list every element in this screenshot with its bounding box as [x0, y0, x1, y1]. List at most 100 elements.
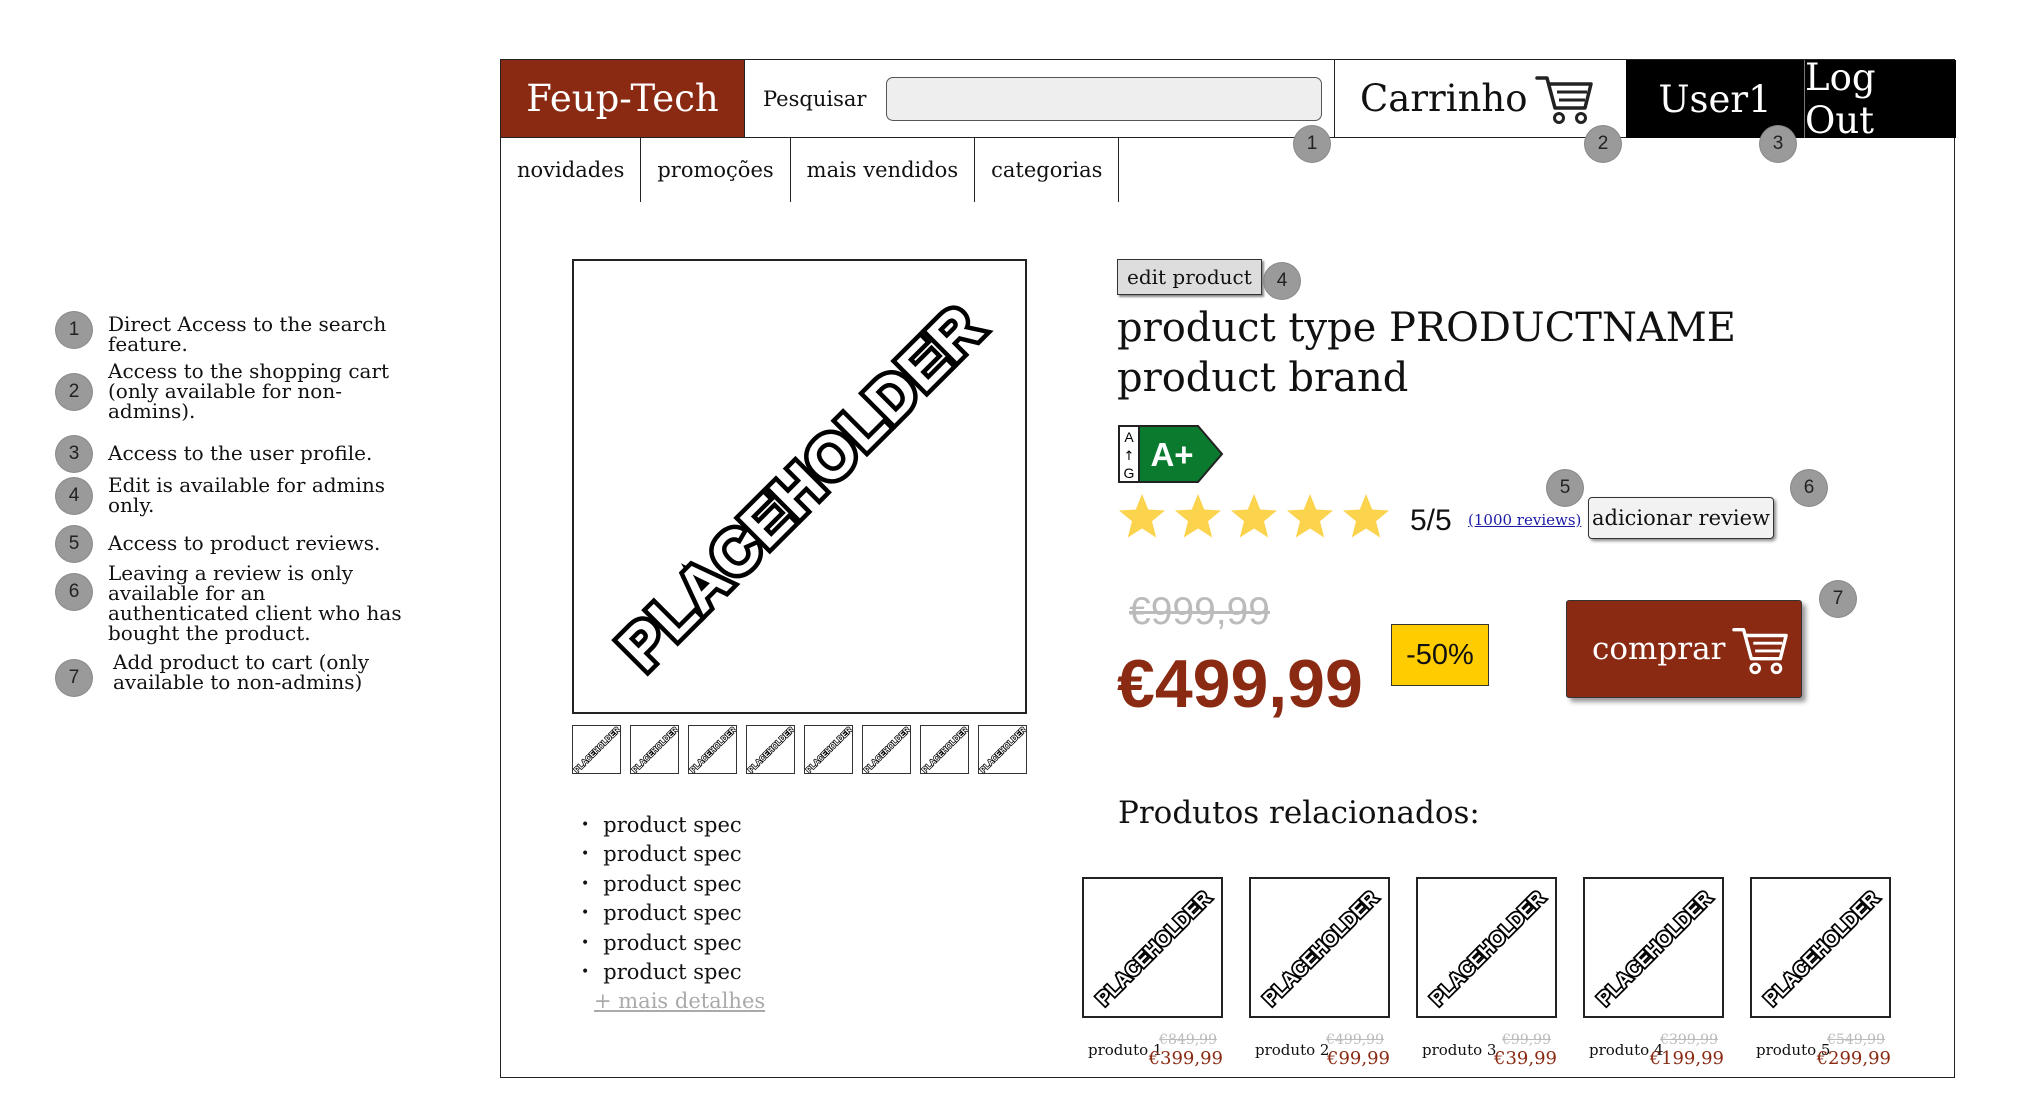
related-product[interactable]: PLACEHOLDER produto 2 €499,99 €99,99	[1249, 877, 1390, 1069]
spec-list: product spec product spec product spec p…	[581, 810, 741, 988]
legend-number: 3	[56, 436, 92, 472]
edit-product-button[interactable]: edit product	[1117, 259, 1262, 295]
legend-text: Access to the user profile.	[108, 441, 373, 465]
buy-button[interactable]: comprar	[1566, 600, 1802, 698]
add-review-button[interactable]: adicionar review	[1588, 497, 1774, 539]
related-product-image[interactable]: PLACEHOLDER	[1750, 877, 1891, 1018]
buy-label: comprar	[1592, 631, 1726, 667]
placeholder-label: PLACEHOLDER	[979, 726, 1027, 774]
legend-number: 7	[56, 660, 92, 696]
legend-number: 6	[56, 574, 92, 610]
energy-class: A+	[1150, 436, 1193, 473]
related-product-old-price: €549,99	[1827, 1032, 1885, 1048]
thumbnail[interactable]: PLACEHOLDER	[630, 725, 679, 774]
product-brand: product brand	[1117, 355, 1409, 401]
thumbnail[interactable]: PLACEHOLDER	[746, 725, 795, 774]
legend-item: 3 Access to the user profile.	[56, 436, 372, 472]
placeholder-label: PLACEHOLDER	[1593, 887, 1717, 1011]
more-details-link[interactable]: + mais detalhes	[594, 989, 765, 1013]
related-product-price: €399,99	[1148, 1048, 1223, 1069]
rating-stars	[1117, 492, 1397, 542]
legend-number: 2	[56, 374, 92, 410]
annotation-badge-1: 1	[1294, 126, 1330, 162]
energy-label: A ↑ G A+	[1118, 425, 1224, 483]
annotation-badge-4: 4	[1264, 263, 1300, 299]
legend-text: Direct Access to the search feature.	[108, 312, 387, 356]
placeholder-label: PLACEHOLDER	[573, 726, 621, 774]
annotation-badge-3: 3	[1760, 126, 1796, 162]
reviews-link[interactable]: (1000 reviews)	[1468, 511, 1581, 529]
related-product[interactable]: PLACEHOLDER produto 3 €99,99 €39,99	[1416, 877, 1557, 1069]
legend-text: Access to the shopping cart (only availa…	[108, 359, 390, 423]
annotation-badge-2: 2	[1585, 126, 1621, 162]
legend-text: Leaving a review is only available for a…	[108, 561, 402, 645]
thumbnail[interactable]: PLACEHOLDER	[572, 725, 621, 774]
category-nav: novidades promoções mais vendidos catego…	[501, 138, 1120, 202]
thumbnail[interactable]: PLACEHOLDER	[978, 725, 1027, 774]
related-product-price: €39,99	[1494, 1048, 1557, 1069]
placeholder-label: PLACEHOLDER	[747, 726, 795, 774]
brand-logo[interactable]: Feup-Tech	[501, 60, 745, 138]
related-product-old-price: €399,99	[1660, 1032, 1718, 1048]
related-product-image[interactable]: PLACEHOLDER	[1416, 877, 1557, 1018]
tab-novidades[interactable]: novidades	[501, 138, 642, 202]
star-icon	[1119, 494, 1165, 538]
search-label: Pesquisar	[763, 86, 867, 111]
related-product[interactable]: PLACEHOLDER produto 4 €399,99 €199,99	[1583, 877, 1724, 1069]
cart-button[interactable]: Carrinho	[1334, 60, 1626, 138]
spec-item: product spec	[581, 958, 741, 988]
product-name: product type PRODUCTNAME	[1117, 305, 1736, 351]
legend-item: 5 Access to product reviews.	[56, 526, 380, 562]
annotation-badge-5: 5	[1547, 470, 1583, 506]
placeholder-label: PLACEHOLDER	[606, 293, 996, 683]
tab-mais-vendidos[interactable]: mais vendidos	[791, 138, 976, 202]
star-icon	[1287, 494, 1333, 538]
related-product-image[interactable]: PLACEHOLDER	[1583, 877, 1724, 1018]
star-icon	[1175, 494, 1221, 538]
legend-item: 1 Direct Access to the search feature.	[56, 312, 386, 354]
energy-scale-bottom: G	[1124, 465, 1135, 481]
related-product-price: €299,99	[1816, 1048, 1891, 1069]
related-title: Produtos relacionados:	[1118, 795, 1480, 831]
thumbnail-strip: PLACEHOLDER PLACEHOLDER PLACEHOLDER PLAC…	[572, 725, 1027, 774]
search-bar: Pesquisar	[745, 60, 1334, 138]
legend-item: 2 Access to the shopping cart (only avai…	[56, 361, 389, 421]
price: €499,99	[1117, 646, 1363, 722]
spec-item: product spec	[581, 928, 741, 958]
placeholder-label: PLACEHOLDER	[631, 726, 679, 774]
related-product-old-price: €99,99	[1502, 1032, 1551, 1048]
energy-scale-top: A	[1124, 429, 1134, 445]
related-product-old-price: €499,99	[1326, 1032, 1384, 1048]
legend-item: 6 Leaving a review is only available for…	[56, 563, 402, 643]
placeholder-label: PLACEHOLDER	[1259, 887, 1383, 1011]
thumbnail[interactable]: PLACEHOLDER	[688, 725, 737, 774]
tab-promocoes[interactable]: promoções	[641, 138, 791, 202]
legend-text: Edit is available for admins only.	[108, 473, 386, 517]
spec-item: product spec	[581, 869, 741, 899]
placeholder-label: PLACEHOLDER	[689, 726, 737, 774]
related-product-image[interactable]: PLACEHOLDER	[1082, 877, 1223, 1018]
related-product[interactable]: PLACEHOLDER produto 5 €549,99 €299,99	[1750, 877, 1891, 1069]
old-price: €999,99	[1129, 590, 1270, 633]
spec-item: product spec	[581, 899, 741, 929]
related-product-price: €199,99	[1649, 1048, 1724, 1069]
star-icon	[1231, 494, 1277, 538]
cart-icon	[1535, 76, 1593, 124]
product-main-image[interactable]: PLACEHOLDER	[572, 259, 1027, 714]
legend-number: 5	[56, 526, 92, 562]
placeholder-label: PLACEHOLDER	[1760, 887, 1884, 1011]
legend-text: Access to product reviews.	[108, 531, 381, 555]
placeholder-label: PLACEHOLDER	[921, 726, 969, 774]
related-product[interactable]: PLACEHOLDER produto 1 €849,99 €399,99	[1082, 877, 1223, 1069]
thumbnail[interactable]: PLACEHOLDER	[804, 725, 853, 774]
thumbnail[interactable]: PLACEHOLDER	[920, 725, 969, 774]
spec-item: product spec	[581, 840, 741, 870]
discount-badge: -50%	[1391, 624, 1489, 686]
thumbnail[interactable]: PLACEHOLDER	[862, 725, 911, 774]
legend-text: Add product to cart (only available to n…	[113, 650, 370, 694]
logout-button[interactable]: Log Out	[1805, 56, 1956, 142]
search-input[interactable]	[886, 76, 1323, 121]
related-product-image[interactable]: PLACEHOLDER	[1249, 877, 1390, 1018]
tab-categorias[interactable]: categorias	[975, 138, 1120, 202]
rating-text: 5/5	[1410, 504, 1452, 537]
